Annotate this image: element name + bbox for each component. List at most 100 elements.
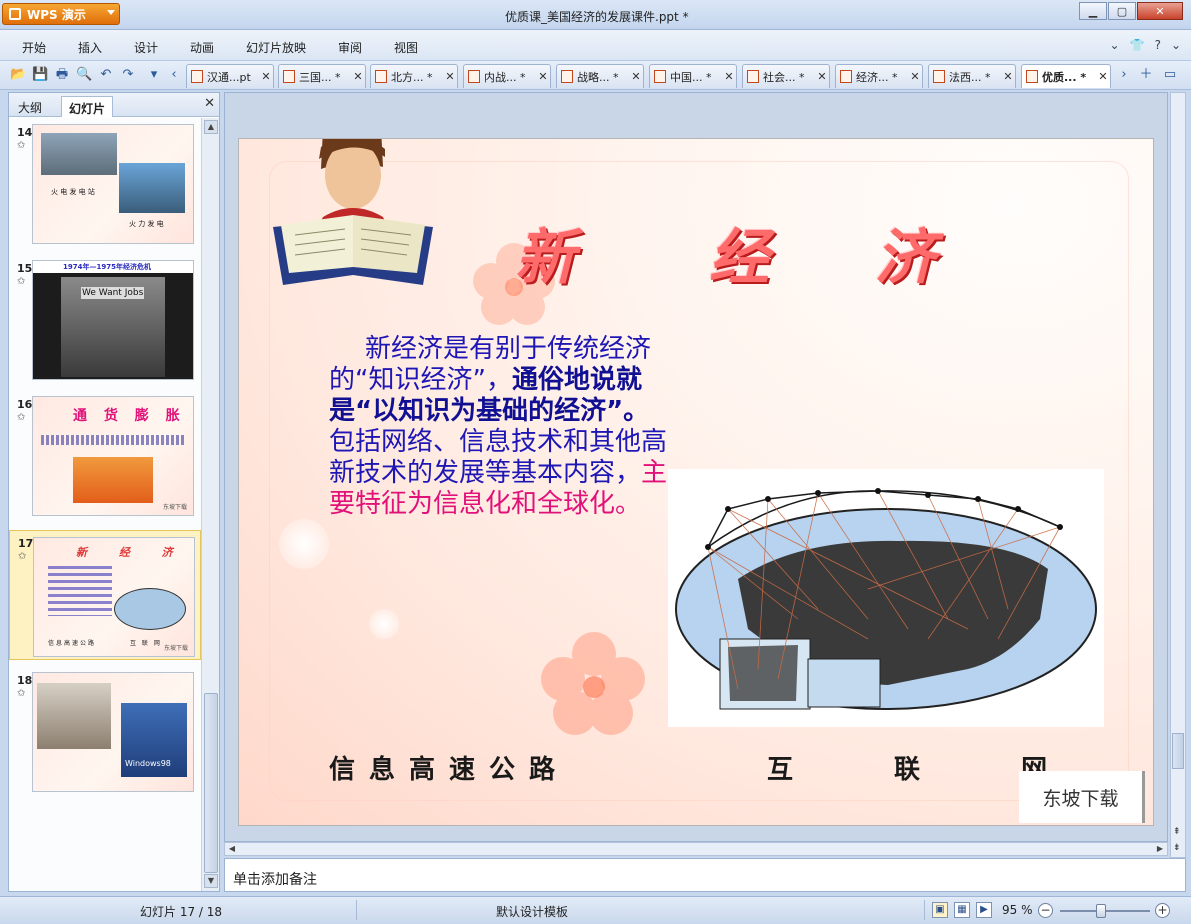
new-tab-icon[interactable]: ＋ (1138, 67, 1154, 83)
print-preview-icon[interactable]: 🔍 (76, 67, 92, 83)
doc-tab[interactable]: 法西... * ✕ (928, 64, 1016, 88)
slide-thumbnail-16[interactable]: 16 ✩ 通 货 膨 胀 东坡下载 (9, 392, 201, 516)
thumbnail-scrollbar[interactable]: ▲ ▼ (201, 118, 219, 891)
slide-title-char[interactable]: 经 (709, 209, 769, 296)
slide-title-char[interactable]: 新 (515, 209, 575, 296)
redo-icon[interactable]: ↷ (120, 67, 136, 83)
slide-thumbnail-15[interactable]: 15 ✩ 1974年—1975年经济危机 We Want Jobs (9, 256, 201, 380)
doc-tab[interactable]: 经济... * ✕ (835, 64, 923, 88)
vertical-scrollbar[interactable]: ⇞ ⇟ (1170, 92, 1186, 858)
scrollbar-thumb[interactable] (1172, 733, 1184, 769)
print-icon[interactable]: 🖶 (54, 67, 70, 83)
scrollbar-thumb[interactable] (204, 693, 218, 873)
save-icon[interactable]: 💾 (32, 67, 48, 83)
window-controls: ▁ ▢ ✕ (1079, 2, 1183, 20)
close-icon[interactable]: ✕ (722, 70, 736, 83)
scroll-down-icon[interactable]: ▼ (204, 874, 218, 888)
tab-scroll-left-icon[interactable]: ‹ (166, 67, 182, 83)
animation-star-icon: ✩ (17, 276, 26, 287)
doc-tab-label: 经济... * (856, 70, 898, 84)
doc-tab[interactable]: 三国... * ✕ (278, 64, 366, 88)
doc-tab[interactable]: 北方... * ✕ (370, 64, 458, 88)
slide-thumbnail-17[interactable]: 17 ✩ 新 经 济 信息高速公路 互 联 网 东坡下载 (9, 530, 201, 660)
horizontal-scrollbar[interactable]: ◀ ▶ (224, 842, 1168, 856)
thumbnail-image: Windows98 (32, 672, 194, 792)
caption-info-highway[interactable]: 信息高速公路 (329, 749, 569, 786)
undo-icon[interactable]: ↶ (98, 67, 114, 83)
close-icon[interactable]: ✕ (1096, 70, 1110, 83)
menu-view[interactable]: 视图 (394, 39, 418, 56)
chevron-down-icon[interactable]: ⌄ (1110, 38, 1120, 52)
thumbnail-image: 通 货 膨 胀 东坡下载 (32, 396, 194, 516)
close-icon[interactable]: ✕ (1001, 70, 1015, 83)
doc-tab[interactable]: 战略... * ✕ (556, 64, 644, 88)
scroll-up-icon[interactable]: ▲ (204, 120, 218, 134)
zoom-in-button[interactable]: + (1155, 903, 1170, 918)
zoom-out-button[interactable]: − (1038, 903, 1053, 918)
slide-counter: 幻灯片 17 / 18 (140, 905, 223, 919)
slide-sorter-icon[interactable]: ▦ (954, 902, 970, 918)
close-icon[interactable]: ✕ (443, 70, 457, 83)
close-icon[interactable]: ✕ (629, 70, 643, 83)
reading-man-clipart-icon (273, 139, 433, 285)
slide-title-char[interactable]: 济 (875, 209, 935, 296)
close-icon[interactable]: ✕ (536, 70, 550, 83)
thumbnail-title: 通 货 膨 胀 (73, 408, 186, 424)
doc-tab-active[interactable]: 优质... * ✕ (1021, 64, 1111, 88)
doc-tab[interactable]: 中国... * ✕ (649, 64, 737, 88)
maximize-button[interactable]: ▢ (1108, 2, 1136, 20)
scroll-right-icon[interactable]: ▶ (1153, 843, 1167, 855)
close-icon[interactable]: ✕ (204, 96, 215, 111)
slide-canvas[interactable]: 新 经 济 新经济是有别于传统经济的“知识经济”，通俗地说就是“以知识为基础的经… (239, 139, 1153, 825)
ppt-file-icon (375, 70, 387, 83)
ppt-file-icon (468, 70, 480, 83)
open-icon[interactable]: 📂 (10, 67, 26, 83)
next-slide-icon[interactable]: ⇟ (1173, 843, 1181, 853)
wps-app-menu-label: WPS 演示 (27, 7, 86, 22)
slide-body-text[interactable]: 新经济是有别于传统经济的“知识经济”，通俗地说就是“以知识为基础的经济”。包括网… (329, 334, 674, 520)
menu-slideshow[interactable]: 幻灯片放映 (246, 39, 306, 56)
close-icon[interactable]: ✕ (908, 70, 922, 83)
template-name: 默认设计模板 (496, 905, 569, 919)
close-button[interactable]: ✕ (1137, 2, 1183, 20)
tab-scroll-right-icon[interactable]: › (1116, 67, 1132, 83)
tab-outline[interactable]: 大纲 (11, 96, 49, 117)
skin-icon[interactable]: 👕 (1130, 38, 1145, 52)
wps-app-menu-button[interactable]: WPS 演示 (2, 3, 120, 25)
ppt-file-icon (933, 70, 945, 83)
doc-tab-label: 北方... * (391, 70, 433, 84)
slideshow-icon[interactable]: ▶ (976, 902, 992, 918)
normal-view-icon[interactable]: ▣ (932, 902, 948, 918)
tab-slides[interactable]: 幻灯片 (61, 96, 114, 117)
ppt-file-icon (840, 70, 852, 83)
prev-slide-icon[interactable]: ⇞ (1173, 827, 1181, 837)
help-icon[interactable]: ? (1155, 38, 1161, 52)
doc-tab[interactable]: 内战... * ✕ (463, 64, 551, 88)
customize-icon[interactable]: ▾ (146, 67, 162, 83)
doc-tab[interactable]: 社会... * ✕ (742, 64, 830, 88)
menu-home[interactable]: 开始 (22, 39, 46, 56)
ppt-file-icon (654, 70, 666, 83)
close-icon[interactable]: ✕ (815, 70, 829, 83)
internet-map-image[interactable] (668, 469, 1104, 727)
scroll-left-icon[interactable]: ◀ (225, 843, 239, 855)
thumbnail-caption: 信息高速公路 (48, 640, 97, 647)
slide-thumbnail-18[interactable]: 18 ✩ Windows98 (9, 668, 201, 792)
title-bar: WPS 演示 优质课_美国经济的发展课件.ppt * ▁ ▢ ✕ (0, 0, 1191, 30)
zoom-slider-handle[interactable] (1096, 904, 1106, 918)
menu-design[interactable]: 设计 (134, 39, 158, 56)
close-icon[interactable]: ✕ (259, 70, 273, 83)
slide-thumbnail-14[interactable]: 14 ✩ 火 电 发 电 站 火 力 发 电 (9, 120, 201, 244)
minimize-button[interactable]: ▁ (1079, 2, 1107, 20)
watermark-label: 东坡下载 (1019, 771, 1145, 823)
menu-review[interactable]: 审阅 (338, 39, 362, 56)
menu-bar: 开始 插入 设计 动画 幻灯片放映 审阅 视图 ⌄ 👕 ? ⌄ (0, 30, 1191, 60)
doc-tab[interactable]: 汉通...pt ✕ (186, 64, 274, 88)
chevron-down-icon[interactable]: ⌄ (1171, 38, 1181, 52)
menu-animation[interactable]: 动画 (190, 39, 214, 56)
ppt-file-icon (561, 70, 573, 83)
menu-insert[interactable]: 插入 (78, 39, 102, 56)
tab-list-icon[interactable]: ▭ (1162, 67, 1178, 83)
notes-input[interactable]: 单击添加备注 (224, 858, 1186, 892)
close-icon[interactable]: ✕ (351, 70, 365, 83)
